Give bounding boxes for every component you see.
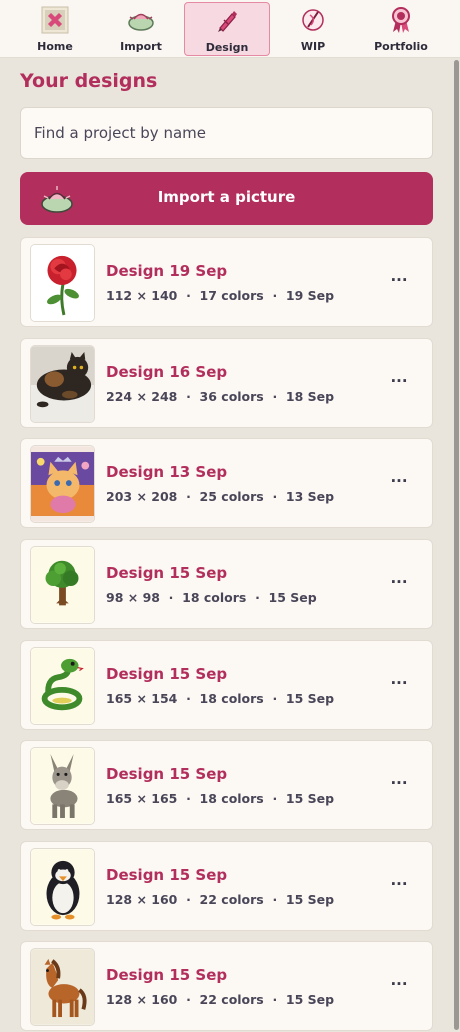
design-date: 19 Sep [285,288,335,303]
nav-design-label: Design [205,41,249,54]
design-name: Design 15 Sep [106,866,228,884]
design-meta: 98 × 98 · 18 colors · 15 Sep [106,590,317,605]
design-meta: 112 × 140 · 17 colors · 19 Sep [106,288,335,303]
nav-portfolio[interactable]: Portfolio [358,2,444,56]
design-meta: 224 × 248 · 36 colors · 18 Sep [106,389,335,404]
design-date: 15 Sep [268,590,317,605]
import-landscape-icon [126,5,156,35]
design-colors: 18 colors [199,791,264,806]
more-options-icon[interactable]: ··· [387,270,411,294]
design-pen-icon [212,6,242,36]
design-thumbnail [30,647,95,725]
wip-needle-icon [298,5,328,35]
design-date: 15 Sep [285,691,335,706]
nav-home-label: Home [37,40,73,53]
design-thumbnail [30,747,95,825]
design-name: Design 16 Sep [106,363,228,381]
design-card[interactable]: Design 15 Sep 165 × 154 · 18 colors · 15… [20,640,433,730]
home-stitch-icon [40,5,70,35]
nav-import[interactable]: Import [98,2,184,56]
design-meta: 128 × 160 · 22 colors · 15 Sep [106,992,335,1007]
design-card[interactable]: Design 15 Sep 165 × 165 · 18 colors · 15… [20,740,433,830]
page-title: Your designs [20,70,158,92]
design-size: 165 × 165 [106,791,178,806]
more-options-icon[interactable]: ··· [387,471,411,495]
design-colors: 22 colors [199,892,264,907]
design-thumbnail [30,445,95,523]
scrollbar-thumb[interactable] [454,60,459,1030]
nav-portfolio-label: Portfolio [374,40,428,53]
design-size: 112 × 140 [106,288,178,303]
design-colors: 18 colors [199,691,264,706]
design-size: 203 × 208 [106,489,178,504]
rose-image [31,245,94,321]
design-name: Design 15 Sep [106,966,228,984]
design-meta: 128 × 160 · 22 colors · 15 Sep [106,892,335,907]
design-card[interactable]: Design 15 Sep 128 × 160 · 22 colors · 15… [20,941,433,1031]
tree-image [31,547,94,623]
design-meta: 165 × 165 · 18 colors · 15 Sep [106,791,335,806]
more-options-icon[interactable]: ··· [387,974,411,998]
design-meta: 165 × 154 · 18 colors · 15 Sep [106,691,335,706]
design-name: Design 15 Sep [106,564,228,582]
more-options-icon[interactable]: ··· [387,673,411,697]
design-size: 128 × 160 [106,992,178,1007]
design-date: 15 Sep [285,992,335,1007]
design-date: 15 Sep [285,791,335,806]
design-thumbnail [30,948,95,1026]
design-size: 165 × 154 [106,691,178,706]
kitten-image [31,446,94,522]
design-thumbnail [30,345,95,423]
import-picture-button[interactable]: Import a picture [20,172,433,225]
design-colors: 25 colors [199,489,264,504]
design-card[interactable]: Design 16 Sep 224 × 248 · 36 colors · 18… [20,338,433,428]
more-options-icon[interactable]: ··· [387,572,411,596]
design-name: Design 15 Sep [106,765,228,783]
design-size: 98 × 98 [106,590,160,605]
design-card[interactable]: Design 15 Sep 128 × 160 · 22 colors · 15… [20,841,433,931]
penguin-image [31,849,94,925]
design-meta: 203 × 208 · 25 colors · 13 Sep [106,489,335,504]
design-card[interactable]: Design 19 Sep 112 × 140 · 17 colors · 19… [20,237,433,327]
design-colors: 36 colors [199,389,264,404]
horse-image [31,949,94,1025]
nav-import-label: Import [120,40,162,53]
design-size: 224 × 248 [106,389,178,404]
more-options-icon[interactable]: ··· [387,874,411,898]
nav-design[interactable]: Design [184,2,270,56]
design-card[interactable]: Design 15 Sep 98 × 98 · 18 colors · 15 S… [20,539,433,629]
design-colors: 18 colors [182,590,247,605]
design-thumbnail [30,848,95,926]
design-thumbnail [30,244,95,322]
design-thumbnail [30,546,95,624]
design-size: 128 × 160 [106,892,178,907]
design-date: 18 Sep [285,389,335,404]
design-date: 13 Sep [285,489,335,504]
nav-wip-label: WIP [300,40,326,53]
design-card[interactable]: Design 13 Sep 203 × 208 · 25 colors · 13… [20,438,433,528]
design-date: 15 Sep [285,892,335,907]
donkey-image [31,748,94,824]
design-colors: 17 colors [199,288,264,303]
nav-wip[interactable]: WIP [270,2,356,56]
import-picture-label: Import a picture [157,188,296,206]
more-options-icon[interactable]: ··· [387,773,411,797]
search-input[interactable] [20,107,433,159]
nav-home[interactable]: Home [12,2,98,56]
portfolio-rosette-icon [386,5,416,35]
cat-image [31,346,94,422]
design-name: Design 13 Sep [106,463,228,481]
design-name: Design 19 Sep [106,262,228,280]
design-colors: 22 colors [199,992,264,1007]
design-name: Design 15 Sep [106,665,228,683]
top-nav: Home Import Design WIP Portfolio [0,0,460,58]
more-options-icon[interactable]: ··· [387,371,411,395]
snake-image [31,648,94,724]
